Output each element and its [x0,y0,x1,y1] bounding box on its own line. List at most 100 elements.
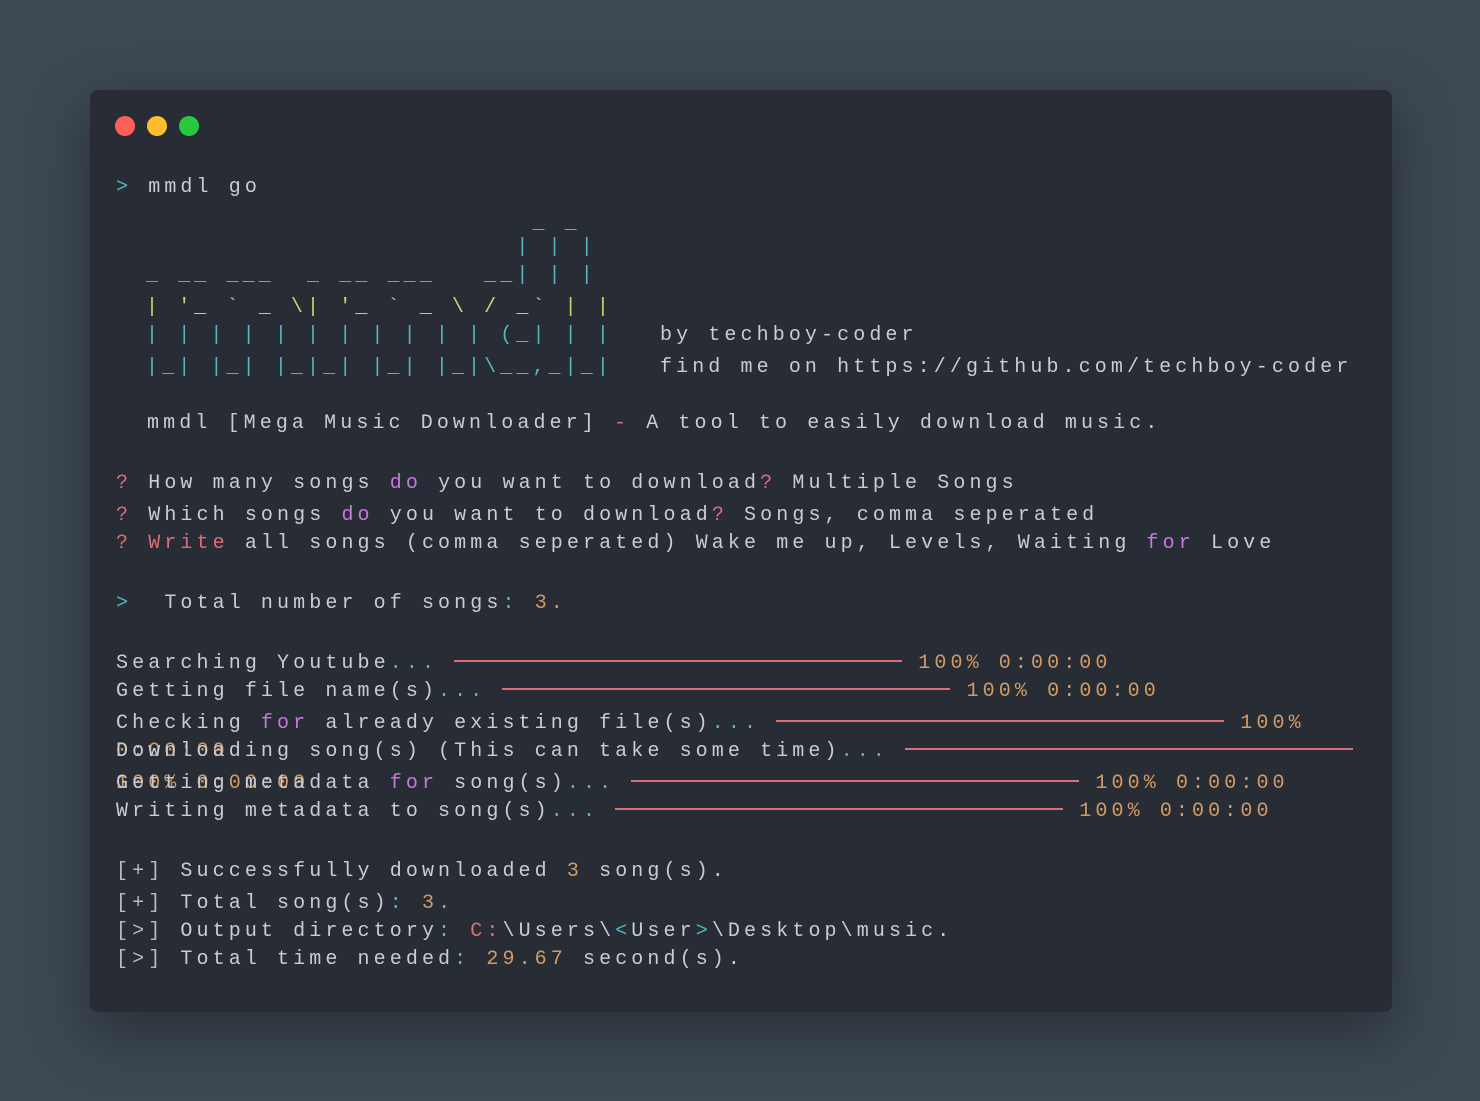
summary-colon: : [438,920,455,943]
question-answer: Multiple Songs [776,472,1018,495]
question-keyword: do [341,504,374,527]
progress-label: Checking [116,712,261,735]
question-mark: ? [116,532,133,555]
tagline-desc: A tool to easily download music. [646,412,1162,435]
progress-dots: ... [389,652,439,675]
output-path: \Users\ [502,920,616,943]
question-text: all songs (comma seperated) Wake me up, … [228,532,1147,555]
summary-text: song(s). [582,860,728,883]
progress-label: Writing metadata to song(s) [116,800,551,823]
output-user: User [631,920,696,943]
progress-label: Downloading song(s) (This can take some … [116,740,841,763]
progress-bar [454,659,903,662]
question-answer: Love [1194,532,1276,555]
question-keyword: do [389,472,422,495]
github-line: find me on https://github.com/techboy-co… [660,356,1352,380]
zoom-button[interactable] [179,116,199,136]
question-keyword: for [1146,532,1195,555]
progress-time: 0:00:00 [1175,772,1289,795]
ascii-art-line-3: _ __ ___ _ __ ___ __| | | [146,264,597,287]
progress-dots: ... [566,772,616,795]
progress-percent: 100% [1079,800,1144,823]
progress-label: already existing file(s) [309,712,712,735]
question-line: ? How many songs do you want to download… [116,472,1018,496]
summary-text: Successfully downloaded [164,860,567,883]
summary-prefix: [>] [116,948,165,971]
question-answer: Songs, comma seperated [727,504,1099,527]
progress-bar [631,779,1080,782]
progress-label: song(s) [438,772,567,795]
progress-time: 0:00:00 [998,652,1112,675]
ascii-art-line-5: | | | | | | | | | | | (_| | | [146,324,613,347]
progress-percent: 100% [1240,712,1305,735]
summary-prefix: [+] [116,892,165,915]
progress-dots: ... [840,740,889,763]
ascii-art-line-2: | | | [146,236,597,259]
question-qmark: ? [711,504,728,527]
progress-dots: ... [438,680,487,703]
progress-dots: ... [550,800,600,823]
close-button[interactable] [115,116,135,136]
summary-total: [+] Total song(s): 3. [116,892,454,916]
total-songs-line: > Total number of songs: 3. [116,592,567,616]
progress-keyword: for [389,772,439,795]
progress-keyword: for [260,712,310,735]
total-value: 3. [534,592,567,615]
progress-line-downloading: Downloading song(s) (This can take some … [116,740,1354,764]
progress-dots: ... [711,712,761,735]
ascii-art-line-4: | '_ ` _ \| '_ ` _ \ / _` | | [146,296,613,319]
summary-success: [+] Successfully downloaded 3 song(s). [116,860,728,884]
summary-text: Output directory [164,920,439,943]
command-text: mmdl go [148,176,261,199]
progress-line-search: Searching Youtube... 100% 0:00:00 [116,652,1112,676]
progress-time: 0:00:00 [1159,800,1273,823]
progress-label: Getting metadata [116,772,390,795]
total-symbol: > [116,592,133,615]
summary-prefix: [>] [116,920,165,943]
progress-percent: 100% [918,652,983,675]
summary-count: 3 [566,860,583,883]
progress-bar [615,807,1064,810]
tagline-dash: - [613,412,631,435]
question-text: Which songs [148,504,342,527]
ascii-art-line-1: _ _ [146,212,581,235]
question-mark: ? [116,472,133,495]
tagline: mmdl [Mega Music Downloader] - A tool to… [147,412,1161,436]
output-path: \Desktop\music. [711,920,954,943]
output-bracket: > [695,920,712,943]
progress-bar [502,687,951,690]
summary-text: Total song(s) [164,892,390,915]
summary-value: 3. [405,892,455,915]
question-keyword: Write [148,532,229,555]
summary-prefix: [+] [116,860,165,883]
summary-time-value: 29.67 [470,948,567,971]
progress-line-checking: Checking for already existing file(s)...… [116,712,1305,736]
ascii-art-line-6: |_| |_| |_|_| |_| |_|\__,_|_| [146,356,613,379]
minimize-button[interactable] [147,116,167,136]
summary-colon: : [389,892,406,915]
progress-line-writing: Writing metadata to song(s)... 100% 0:00… [116,800,1273,824]
progress-line-metadata: Getting metadata for song(s)... 100% 0:0… [116,772,1289,796]
progress-line-filenames: Getting file name(s)... 100% 0:00:00 [116,680,1160,704]
question-text: How many songs [148,472,390,495]
question-text: you want to download [373,504,712,527]
progress-label: Searching Youtube [116,652,390,675]
total-colon: : [502,592,519,615]
total-label: Total number of songs [148,592,503,615]
command-line: > mmdl go [116,176,261,200]
question-line: ? Write all songs (comma seperated) Wake… [116,532,1275,556]
progress-bar [776,719,1225,722]
progress-percent: 100% [966,680,1031,703]
output-drive: C: [454,920,503,943]
progress-percent: 100% [1095,772,1160,795]
find-me-text: find me on [660,356,838,379]
github-link[interactable]: https://github.com/techboy-coder [837,356,1352,379]
progress-label: Getting file name(s) [116,680,439,703]
summary-colon: : [454,948,471,971]
progress-time: 0:00:00 [1047,680,1160,703]
progress-bar [905,747,1354,750]
question-line: ? Which songs do you want to download? S… [116,504,1098,528]
question-mark: ? [116,504,133,527]
summary-time: [>] Total time needed: 29.67 second(s). [116,948,744,972]
tagline-name: mmdl [Mega Music Downloader] [147,412,598,435]
